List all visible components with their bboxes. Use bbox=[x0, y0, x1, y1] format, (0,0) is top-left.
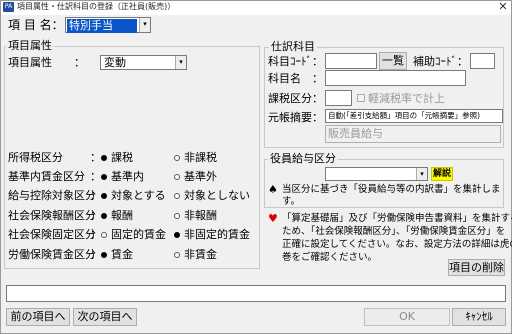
next-item-button[interactable]: 次の項目へ bbox=[73, 308, 137, 326]
radio-option-2-label: 非賃金 bbox=[184, 248, 217, 261]
radio-row-label: 労働保険賃金区分 bbox=[8, 248, 96, 261]
delete-item-button[interactable]: 項目の削除 bbox=[448, 259, 505, 276]
officer-note-line-1: 当区分に基づき「役員給与等の内訳書」を集計しま bbox=[282, 184, 501, 195]
heart-icon: ♥ bbox=[268, 212, 278, 225]
item-name-value: 特別手当 bbox=[67, 19, 137, 33]
ledger-summary-label: 元帳摘要： bbox=[268, 111, 323, 124]
reduced-rate-checkbox[interactable] bbox=[357, 94, 365, 102]
radio-option-1[interactable] bbox=[101, 174, 107, 180]
radio-option-1[interactable] bbox=[101, 252, 107, 258]
chevron-down-icon[interactable]: ▾ bbox=[416, 168, 427, 180]
radio-row-colon: ： bbox=[90, 248, 101, 261]
radio-row-colon: ： bbox=[90, 151, 101, 164]
radio-row-label: 所得税区分 bbox=[8, 151, 63, 164]
radio-option-2-label: 対象としない bbox=[184, 189, 250, 202]
attributes-group-title: 項目属性 bbox=[6, 39, 54, 52]
ledger-summary-value: 自動(「差引支給額」項目の「元帳摘要」参照) bbox=[328, 111, 481, 120]
app-icon: PA bbox=[3, 2, 14, 12]
attr-select[interactable]: 変動 ▾ bbox=[100, 55, 187, 70]
radio-option-2-label: 非固定的賃金 bbox=[184, 228, 250, 241]
radio-option-2[interactable] bbox=[174, 155, 180, 161]
spade-icon: ♠ bbox=[268, 183, 278, 196]
radio-option-2[interactable] bbox=[174, 174, 180, 180]
tax-class-label: 課税区分： bbox=[268, 92, 323, 105]
radio-row-colon: ： bbox=[90, 209, 101, 222]
radio-option-2[interactable] bbox=[174, 252, 180, 258]
attr-value: 変動 bbox=[104, 56, 126, 69]
radio-row-label: 社会保険報酬区分 bbox=[8, 209, 96, 222]
radio-option-1-label: 対象とする bbox=[111, 189, 166, 202]
ledger-text-value: 販売員給与 bbox=[328, 127, 383, 140]
window-title: 項目属性・仕訳科目の登録（正社員(販売)） bbox=[17, 2, 176, 11]
tax-class-input[interactable] bbox=[325, 90, 352, 106]
radio-row-colon: ： bbox=[90, 170, 101, 183]
attr-label: 項目属性 ： bbox=[8, 56, 85, 69]
cancel-button[interactable]: ｷｬﾝｾﾙ bbox=[452, 308, 506, 326]
radio-option-2-label: 非課税 bbox=[184, 151, 217, 164]
item-name-label: 項 目 名： bbox=[8, 18, 64, 32]
account-code-label: 科目ｺｰﾄﾞ： bbox=[268, 55, 323, 68]
item-name-combo[interactable]: 特別手当 ▾ bbox=[65, 17, 151, 33]
radio-row-colon: ： bbox=[90, 228, 101, 241]
radio-option-1-label: 固定的賃金 bbox=[111, 228, 166, 241]
heart-note-line: ため、「社会保険報酬区分」、「労働保険賃金区分」を bbox=[282, 226, 506, 237]
reduced-rate-label: 軽減税率で計上 bbox=[368, 92, 445, 105]
radio-option-2[interactable] bbox=[174, 232, 180, 238]
radio-row-colon: ： bbox=[90, 189, 101, 202]
officer-select[interactable]: ▾ bbox=[325, 167, 428, 181]
account-name-label: 科目名 ： bbox=[268, 72, 323, 85]
radio-option-2-label: 非報酬 bbox=[184, 209, 217, 222]
radio-option-1[interactable] bbox=[101, 155, 107, 161]
radio-row-label: 給与控除対象区分 bbox=[8, 189, 96, 202]
aux-code-input[interactable] bbox=[470, 53, 495, 69]
journal-group-title: 仕訳科目 bbox=[269, 40, 317, 53]
officer-group-title: 役員給与区分 bbox=[268, 152, 338, 165]
radio-option-2[interactable] bbox=[174, 193, 180, 199]
prev-item-button[interactable]: 前の項目へ bbox=[6, 308, 70, 326]
radio-option-1[interactable] bbox=[101, 232, 107, 238]
aux-code-label: 補助ｺｰﾄﾞ： bbox=[413, 55, 468, 68]
close-icon[interactable]: ✕ bbox=[496, 0, 510, 14]
message-input[interactable] bbox=[6, 285, 506, 302]
radio-option-1[interactable] bbox=[101, 193, 107, 199]
account-code-input[interactable] bbox=[325, 53, 377, 69]
radio-row-label: 基準内賃金区分 bbox=[8, 170, 85, 183]
radio-row-label: 社会保険固定区分 bbox=[8, 228, 96, 241]
chevron-down-icon[interactable]: ▾ bbox=[139, 18, 150, 32]
account-name-input[interactable] bbox=[325, 70, 466, 86]
ledger-text-field: 販売員給与 bbox=[325, 125, 501, 143]
radio-option-1-label: 課税 bbox=[111, 151, 133, 164]
ok-button[interactable]: OK bbox=[364, 308, 450, 326]
ledger-summary-select[interactable]: 自動(「差引支給額」項目の「元帳摘要」参照) bbox=[325, 109, 503, 123]
radio-option-1[interactable] bbox=[101, 213, 107, 219]
heart-note-line: 「算定基礎届」及び「労働保険申告書資料」を集計する bbox=[282, 213, 512, 224]
account-list-button[interactable]: 一覧 bbox=[379, 52, 407, 70]
heart-note-line: 巻をご確認ください。 bbox=[282, 252, 378, 263]
radio-option-1-label: 報酬 bbox=[111, 209, 133, 222]
explain-button[interactable]: 解説 bbox=[431, 167, 454, 181]
radio-option-2-label: 基準外 bbox=[184, 170, 217, 183]
radio-option-1-label: 賃金 bbox=[111, 248, 133, 261]
officer-note-line-2: す。 bbox=[282, 196, 301, 207]
chevron-down-icon[interactable]: ▾ bbox=[175, 56, 186, 69]
heart-note-line: 正確に設定してください。なお、設定方法の詳細は虎の bbox=[282, 239, 512, 250]
radio-option-2[interactable] bbox=[174, 213, 180, 219]
radio-option-1-label: 基準内 bbox=[111, 170, 144, 183]
